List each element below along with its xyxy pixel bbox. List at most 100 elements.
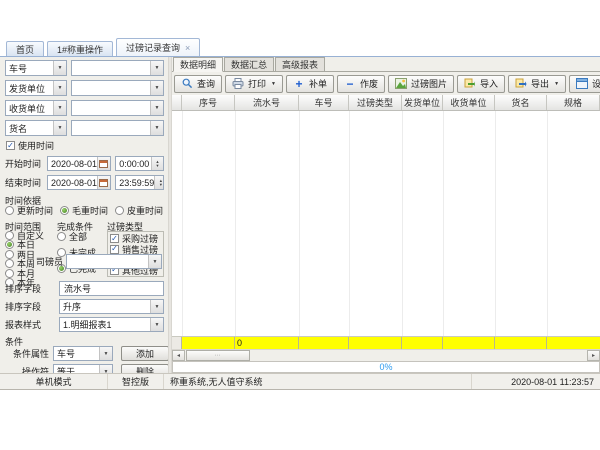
tab-weigh-operation[interactable]: 1#称重操作 xyxy=(47,41,113,56)
column-header-vehicle[interactable]: 车号 xyxy=(299,95,349,110)
chevron-down-icon[interactable]: ▼ xyxy=(148,255,161,268)
radio-all[interactable]: 全部 xyxy=(57,231,107,241)
summary-cell xyxy=(547,337,600,349)
tab-home[interactable]: 首页 xyxy=(6,41,44,56)
shipper-field-combo[interactable]: 发货单位 ▼ xyxy=(5,80,67,96)
tab-weigh-record-query[interactable]: 过磅记录查询 × xyxy=(116,38,200,56)
summary-cell xyxy=(402,337,443,349)
radio-icon[interactable] xyxy=(57,232,66,241)
report-style-label: 报表样式 xyxy=(5,318,59,331)
chevron-down-icon[interactable]: ▼ xyxy=(554,81,559,87)
range-complete-type-section: 时间范围 自定义 本日 两日 xyxy=(5,220,164,278)
chevron-down-icon[interactable]: ▼ xyxy=(150,300,163,313)
radio-icon[interactable] xyxy=(115,206,124,215)
radio-tare-time[interactable]: 皮重时间 xyxy=(115,204,163,217)
export-button[interactable]: 导出 ▼ xyxy=(508,75,566,93)
chevron-down-icon[interactable]: ▼ xyxy=(150,121,163,135)
horizontal-scrollbar[interactable]: ◂ ⋯ ▸ xyxy=(172,349,600,361)
report-style-combo[interactable]: 1.明细报表1 ▼ xyxy=(59,317,164,332)
status-system-name: 称重系统,无人值守系统 xyxy=(164,374,472,389)
receiver-value-combo[interactable]: ▼ xyxy=(71,100,164,116)
chevron-down-icon[interactable]: ▼ xyxy=(150,101,163,115)
vehicle-field-combo[interactable]: 车号 ▼ xyxy=(5,60,67,76)
condition-label: 条件 xyxy=(5,335,164,344)
column-header-shipper[interactable]: 发货单位 xyxy=(402,95,443,110)
chevron-down-icon[interactable]: ▼ xyxy=(53,121,66,135)
radio-icon[interactable] xyxy=(5,231,14,240)
column-header-serial[interactable]: 流水号 xyxy=(235,95,299,110)
import-button[interactable]: 导入 xyxy=(457,75,505,93)
weigh-image-button[interactable]: 过磅图片 xyxy=(388,75,454,93)
calendar-icon[interactable] xyxy=(97,157,110,170)
column-header-weigh-type[interactable]: 过磅类型 xyxy=(349,95,402,110)
spinner-arrows-icon[interactable]: ▲▼ xyxy=(151,157,163,170)
supplement-order-button[interactable]: + 补单 xyxy=(286,75,334,93)
radio-gross-time[interactable]: 毛重时间 xyxy=(60,204,108,217)
sort-order-label: 排序字段 xyxy=(5,300,59,313)
column-header-goods[interactable]: 货名 xyxy=(495,95,547,110)
radio-icon[interactable] xyxy=(60,206,69,215)
receiver-field-combo[interactable]: 收货单位 ▼ xyxy=(5,100,67,116)
goods-value-combo[interactable]: ▼ xyxy=(71,120,164,136)
tab-advanced-report[interactable]: 高级报表 xyxy=(275,57,325,71)
summary-cell xyxy=(495,337,547,349)
grid-body[interactable] xyxy=(172,111,600,336)
goods-field-combo[interactable]: 货名 ▼ xyxy=(5,120,67,136)
weigh-type-label: 过磅类型 xyxy=(107,220,164,229)
use-time-checkbox[interactable]: ✓ xyxy=(6,141,15,150)
column-header-seq[interactable]: 序号 xyxy=(182,95,235,110)
scroll-right-icon[interactable]: ▸ xyxy=(587,350,600,361)
end-time-row: 结束时间 2020-08-01 23:59:59 ▲▼ xyxy=(5,175,164,190)
column-header-spec[interactable]: 规格 xyxy=(547,95,600,110)
chevron-down-icon[interactable]: ▼ xyxy=(53,101,66,115)
chevron-down-icon[interactable]: ▼ xyxy=(53,61,66,75)
print-button[interactable]: 打印 ▼ xyxy=(225,75,283,93)
start-date-value: 2020-08-01 xyxy=(51,159,97,169)
checkbox-icon[interactable]: ✓ xyxy=(110,234,119,243)
minus-icon: − xyxy=(344,78,356,90)
chevron-down-icon[interactable]: ▼ xyxy=(150,61,163,75)
image-icon xyxy=(395,78,407,90)
shipper-value-combo[interactable]: ▼ xyxy=(71,80,164,96)
start-time-spinner[interactable]: 0:00:00 ▲▼ xyxy=(115,156,164,171)
spinner-arrows-icon[interactable]: ▲▼ xyxy=(154,176,164,189)
chevron-down-icon[interactable]: ▼ xyxy=(99,365,112,373)
void-order-button[interactable]: − 作废 xyxy=(337,75,385,93)
radio-icon[interactable] xyxy=(5,259,14,268)
chevron-down-icon[interactable]: ▼ xyxy=(53,81,66,95)
radio-icon[interactable] xyxy=(5,250,14,259)
chevron-down-icon[interactable]: ▼ xyxy=(99,347,112,360)
calendar-icon[interactable] xyxy=(97,176,110,189)
end-time-spinner[interactable]: 23:59:59 ▲▼ xyxy=(115,175,164,190)
weigher-combo[interactable]: ▼ xyxy=(66,254,162,269)
chevron-down-icon[interactable]: ▼ xyxy=(271,81,276,87)
radio-icon[interactable] xyxy=(5,206,14,215)
start-date-picker[interactable]: 2020-08-01 xyxy=(47,156,111,171)
tab-data-summary[interactable]: 数据汇总 xyxy=(224,57,274,71)
chevron-down-icon[interactable]: ▼ xyxy=(150,81,163,95)
summary-cell xyxy=(443,337,495,349)
chevron-down-icon[interactable]: ▼ xyxy=(150,318,163,331)
scrollbar-thumb[interactable]: ⋯ xyxy=(186,350,250,361)
settings-button[interactable]: 设置 xyxy=(569,75,600,93)
vehicle-value-combo[interactable]: ▼ xyxy=(71,60,164,76)
checkbox-icon[interactable]: ✓ xyxy=(110,245,119,254)
add-condition-button[interactable]: 添加 xyxy=(121,346,168,361)
query-button[interactable]: 查询 xyxy=(174,75,222,93)
end-date-picker[interactable]: 2020-08-01 xyxy=(47,175,111,190)
radio-icon[interactable] xyxy=(5,269,14,278)
column-header-receiver[interactable]: 收货单位 xyxy=(443,95,495,110)
radio-update-time[interactable]: 更新时间 xyxy=(5,204,53,217)
delete-condition-button[interactable]: 删除 xyxy=(121,364,168,373)
sort-order-combo[interactable]: 升序 ▼ xyxy=(59,299,164,314)
tab-close-icon[interactable]: × xyxy=(185,44,190,52)
weigher-label: 司磅员 xyxy=(36,255,66,268)
sort-order-row: 排序字段 升序 ▼ xyxy=(5,299,164,314)
sort-field-input[interactable]: 流水号 xyxy=(59,281,164,296)
scroll-left-icon[interactable]: ◂ xyxy=(172,350,185,361)
tab-data-detail[interactable]: 数据明细 xyxy=(173,57,223,72)
export-icon xyxy=(515,78,527,90)
radio-icon[interactable] xyxy=(5,240,14,249)
condition-attr-combo[interactable]: 车号 ▼ xyxy=(53,346,113,361)
condition-operator-combo[interactable]: 等于 ▼ xyxy=(53,364,113,373)
